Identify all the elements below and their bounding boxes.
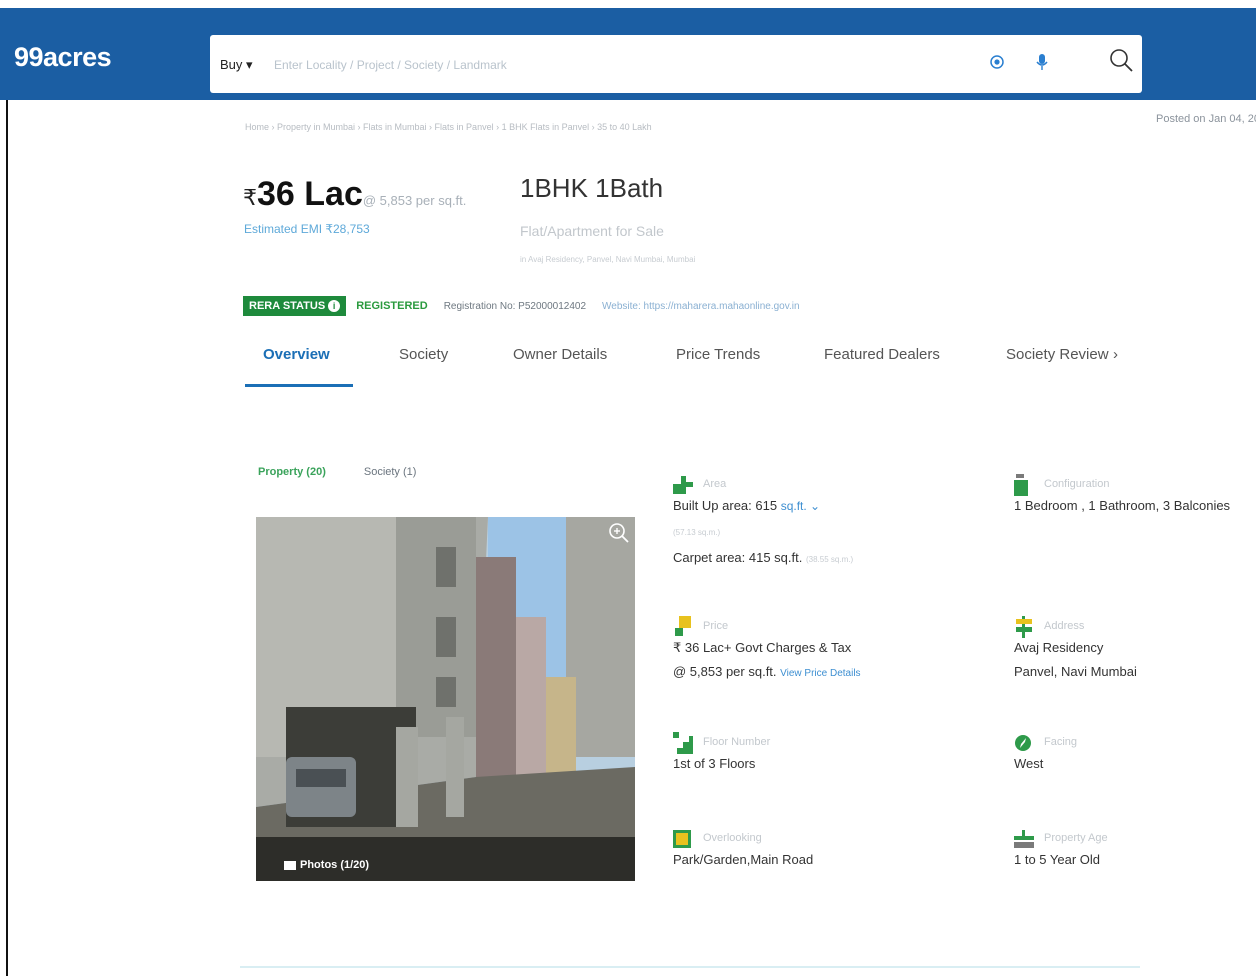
search-bar[interactable]: Buy ▾ Enter Locality / Project / Society… [210, 35, 1142, 93]
rera-row: RERA STATUS i REGISTERED Registration No: P… [243, 296, 800, 320]
calendar-icon [1014, 830, 1034, 848]
floor-stairs-icon [673, 732, 693, 754]
compass-icon [1015, 735, 1031, 751]
posted-date: Posted on Jan 04, 2023 [1156, 113, 1256, 125]
info-icon[interactable]: i [328, 300, 341, 312]
detail-area: Area Built Up area: 615 sq.ft. ⌄ (57.13 … [673, 474, 923, 565]
tab-price-trends[interactable]: Price Trends [676, 346, 760, 363]
price-per-sqft-detail-value: @ 5,853 per sq.ft. [673, 664, 777, 679]
location-icon[interactable] [990, 55, 1004, 69]
overlooking-label: Overlooking [703, 832, 762, 844]
microphone-icon[interactable] [1036, 54, 1048, 71]
buy-dropdown[interactable]: Buy ▾ [220, 57, 253, 73]
configuration-value: 1 Bedroom , 1 Bathroom, 3 Balconies [1014, 498, 1231, 513]
tab-society-review[interactable]: Society Review [1006, 346, 1109, 363]
section-divider [240, 966, 1140, 968]
detail-floor: Floor Number 1st of 3 Floors [673, 732, 923, 782]
facing-label: Facing [1044, 736, 1078, 748]
floor-label: Floor Number [703, 736, 771, 748]
property-photo[interactable]: Photos (1/20) [256, 517, 635, 881]
rera-website-link[interactable]: Website: https://maharera.mahaonline.gov… [602, 301, 800, 312]
gallery-tab-society[interactable]: Society (1) [364, 466, 417, 478]
property-age-label: Property Age [1044, 832, 1108, 844]
emi-link[interactable]: Estimated EMI ₹28,753 [244, 222, 370, 236]
carpet-area: Carpet area: 415 sq.ft. (38.55 sq.m.) [673, 550, 853, 565]
tab-society[interactable]: Society [399, 346, 448, 363]
config-location: in Avaj Residency, Panvel, Navi Mumbai, … [520, 255, 696, 264]
area-label: Area [703, 478, 727, 490]
built-up-area-value: Built Up area: 615 [673, 498, 778, 513]
listing-tabs: Overview Society Owner Details Price Tre… [245, 346, 1145, 388]
rera-badge-label: RERA STATUS [249, 300, 326, 312]
photos-count-button[interactable]: Photos (1/20) [284, 859, 369, 871]
floor-value: 1st of 3 Floors [673, 756, 756, 771]
zoom-icon[interactable] [607, 521, 631, 545]
price-tag-icon [675, 616, 691, 636]
configuration-icon [1014, 474, 1028, 496]
site-logo[interactable]: 99acres [14, 42, 112, 73]
price-value: 36 Lac [257, 175, 363, 213]
tab-featured-dealers[interactable]: Featured Dealers [824, 346, 940, 363]
detail-address: Address Avaj Residency Panvel, Navi Mumb… [1014, 616, 1256, 686]
config-title: 1BHK 1Bath [520, 173, 664, 203]
config-subtitle: Flat/Apartment for Sale [520, 223, 664, 239]
unit-dropdown[interactable]: sq.ft. ⌄ [781, 499, 820, 513]
site-header: 99acres Buy ▾ Enter Locality / Project /… [0, 8, 1256, 100]
rera-status-badge[interactable]: RERA STATUS i [243, 296, 347, 316]
photos-count-label: Photos (1/20) [300, 859, 370, 871]
price-block: ₹36 Lac@ 5,853 per sq.ft. [243, 175, 466, 214]
breadcrumb[interactable]: Home › Property in Mumbai › Flats in Mum… [245, 122, 652, 132]
price-per-sqft: @ 5,853 per sq.ft. [362, 193, 467, 208]
tab-overview[interactable]: Overview [263, 346, 330, 363]
building-photo-illustration [256, 517, 635, 881]
detail-facing: Facing West [1014, 732, 1256, 782]
address-line2: Panvel, Navi Mumbai [1014, 664, 1137, 679]
built-up-area-sqm: (57.13 sq.m.) [673, 528, 721, 537]
search-icon[interactable] [1108, 47, 1134, 73]
registration-number: Registration No: P52000012402 [443, 300, 587, 312]
overlooking-value: Park/Garden,Main Road [673, 852, 814, 867]
window-icon [673, 830, 691, 848]
gallery-tab-property[interactable]: Property (20) [258, 466, 326, 478]
detail-property-age: Property Age 1 to 5 Year Old [1014, 828, 1256, 878]
rera-registered: REGISTERED [356, 300, 428, 312]
property-age-value: 1 to 5 Year Old [1014, 852, 1101, 867]
address-label: Address [1044, 620, 1085, 632]
view-price-details-link[interactable]: View Price Details [780, 668, 860, 679]
configuration-label: Configuration [1044, 478, 1110, 490]
area-icon [673, 476, 693, 494]
rupee-symbol: ₹ [243, 185, 257, 210]
price-detail-value: ₹ 36 Lac+ Govt Charges & Tax [673, 640, 852, 655]
tabs-next-icon[interactable]: › [1113, 346, 1118, 363]
search-input[interactable]: Enter Locality / Project / Society / Lan… [274, 58, 507, 72]
detail-overlooking: Overlooking Park/Garden,Main Road [673, 828, 923, 878]
carpet-area-value: Carpet area: 415 sq.ft. [673, 550, 803, 565]
detail-configuration: Configuration 1 Bedroom , 1 Bathroom, 3 … [1014, 474, 1256, 524]
built-up-area: Built Up area: 615 sq.ft. ⌄ [673, 498, 820, 513]
price-label: Price [703, 620, 729, 632]
address-line1: Avaj Residency [1014, 640, 1104, 655]
tab-owner-details[interactable]: Owner Details [513, 346, 607, 363]
gallery-tabs: Property (20) Society (1) [258, 466, 416, 478]
image-icon [284, 860, 296, 870]
price-per-sqft-detail: @ 5,853 per sq.ft. View Price Details [673, 664, 861, 679]
signpost-icon [1016, 616, 1032, 638]
facing-value: West [1014, 756, 1044, 771]
carpet-area-sqm: (38.55 sq.m.) [805, 555, 854, 564]
detail-price: Price ₹ 36 Lac+ Govt Charges & Tax @ 5,8… [673, 616, 923, 686]
active-tab-indicator [245, 384, 353, 387]
